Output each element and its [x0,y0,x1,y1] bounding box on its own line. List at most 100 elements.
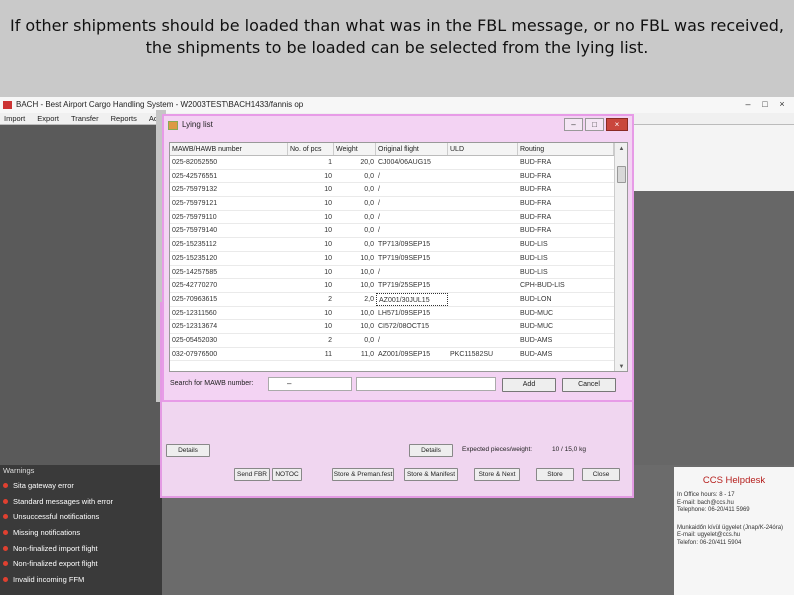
app-logo-icon [3,101,12,109]
table-cell: BUD-AMS [520,336,553,344]
cancel-button[interactable]: Cancel [562,378,616,392]
menu-transfer[interactable]: Transfer [71,113,99,124]
warning-item[interactable]: Invalid incoming FFM [3,572,159,588]
details-right-button[interactable]: Details [409,444,453,457]
mawb-search-input-2[interactable] [356,377,496,391]
grid-scrollbar[interactable]: ▲ ▼ [614,143,627,371]
table-cell: 025-42770270 [172,282,218,290]
table-cell: 025-14257585 [172,268,218,276]
warning-item[interactable]: Non-finalized export flight [3,556,159,572]
table-cell: 025-82052550 [172,159,218,166]
table-row[interactable]: 025-15235112 10 0,0 TP713/09SEP15 BUD-LIS [170,238,614,252]
menu-import[interactable]: Import [4,113,25,124]
table-cell: 10 [324,200,332,208]
table-row[interactable]: 025-12311560 10 10,0 LH571/09SEP15 BUD-MUC [170,307,614,321]
table-cell: BUD-FRA [520,159,552,166]
table-cell: 025-75979121 [172,200,218,208]
expected-label: Expected pieces/weight: [462,446,533,453]
column-header-mawb[interactable]: MAWB/HAWB number [170,143,288,155]
table-cell: / [378,186,380,194]
table-cell: 20,0 [360,159,374,166]
table-cell [448,211,518,224]
store-next-button[interactable]: Store & Next [474,468,520,481]
slide-caption: If other shipments should be loaded than… [0,0,794,97]
add-button[interactable]: Add [502,378,556,392]
table-row[interactable]: 025-05452030 2 0,0 / BUD-AMS [170,334,614,348]
grid-body: 025-82052550 1 20,0 CJ004/06AUG15 BUD-FRA 025… [170,156,614,371]
table-row[interactable]: 025-75979132 10 0,0 / BUD-FRA [170,183,614,198]
table-cell: / [378,172,380,180]
details-left-button[interactable]: Details [166,444,210,457]
table-cell: AZ001/30JUL15 [376,292,448,306]
dialog-title-bar: Lying list – □ × [164,116,632,136]
store-premanifest-button[interactable]: Store & Preman.fest [332,468,394,481]
column-header-routing[interactable]: Routing [518,143,614,155]
store-button[interactable]: Store [536,468,574,481]
table-cell: TP713/09SEP15 [378,241,431,249]
table-cell: TP719/25SEP15 [378,282,431,290]
close-button[interactable]: × [776,99,788,110]
minimize-button[interactable]: – [742,99,754,110]
expected-value: 10 / 15,0 kg [552,446,586,453]
notoc-button[interactable]: NOTOC [272,468,302,481]
maximize-button[interactable]: □ [759,99,771,110]
close-button[interactable]: × [606,118,628,131]
table-row[interactable]: 025-75979140 10 0,0 / BUD-FRA [170,224,614,239]
table-row[interactable]: 032-07976500 11 11,0 AZ001/09SEP15 PKC11582S… [170,348,614,362]
menu-export[interactable]: Export [37,113,59,124]
store-manifest-button[interactable]: Store & Manifest [404,468,458,481]
menu-reports[interactable]: Reports [111,113,137,124]
table-cell [448,334,518,347]
send-fbr-button[interactable]: Send FBR [234,468,270,481]
helpdesk-line: Munkaidőn kívül ügyelet (Jnap/K-24óra) [677,524,784,531]
warning-dot-icon [3,545,8,551]
warning-item[interactable]: Sita gateway error [3,478,159,494]
mawb-search-input[interactable]: – [268,377,352,391]
table-cell [448,224,518,237]
table-row[interactable]: 025-42770270 10 10,0 TP719/25SEP15 CPH-BUD-L… [170,279,614,293]
table-cell: BUD-LIS [520,254,548,262]
table-cell [448,252,518,265]
table-row[interactable]: 025-75979110 10 0,0 / BUD-FRA [170,211,614,225]
scroll-down-icon[interactable]: ▼ [615,361,627,371]
scroll-up-icon[interactable]: ▲ [615,143,627,155]
table-cell: 1 [328,159,332,166]
table-cell: 10 [324,213,332,221]
table-cell: / [378,336,380,344]
warning-dot-icon [3,514,8,520]
table-row[interactable]: 025-82052550 1 20,0 CJ004/06AUG15 BUD-FRA [170,156,614,170]
table-row[interactable]: 025-14257585 10 10,0 / BUD-LIS [170,266,614,280]
table-cell: 0,0 [364,241,374,249]
helpdesk-line: E-mail: bach@ccs.hu [677,499,734,506]
scroll-thumb[interactable] [617,166,626,183]
table-cell: PKC11582SU [450,350,494,358]
table-row[interactable]: 025-70963615 2 2,0 AZ001/30JUL15 BUD-LON [170,292,614,307]
table-row[interactable]: 025-12313674 10 10,0 CI572/08OCT15 BUD-MUC [170,320,614,334]
table-cell [448,197,518,210]
left-panel [0,125,162,465]
table-cell: AZ001/09SEP15 [378,350,431,358]
table-row[interactable]: 025-42576551 10 0,0 / BUD-FRA [170,170,614,184]
warning-item[interactable]: Missing notifications [3,525,159,541]
table-cell: 10,0 [360,323,374,331]
table-cell: 025-15235120 [172,254,218,262]
table-cell: 10 [324,241,332,249]
column-header-flight[interactable]: Original flight [376,143,448,155]
table-cell: 10 [324,186,332,194]
maximize-button[interactable]: □ [585,118,604,131]
warning-item[interactable]: Unsuccessful notifications [3,509,159,525]
column-header-uld[interactable]: ULD [448,143,518,155]
table-cell: 2,0 [364,295,374,303]
minimize-button[interactable]: – [564,118,583,131]
column-header-pieces[interactable]: No. of pcs [288,143,334,155]
table-row[interactable]: 025-75979121 10 0,0 / BUD-FRA [170,197,614,211]
warning-item[interactable]: Non-finalized import flight [3,540,159,556]
table-row[interactable]: 025-15235120 10 10,0 TP719/09SEP15 BUD-LIS [170,252,614,266]
table-cell: BUD-FRA [520,172,552,180]
close-button[interactable]: Close [582,468,620,481]
column-header-weight[interactable]: Weight [334,143,376,155]
warning-dot-icon [3,561,8,567]
table-cell: 0,0 [364,200,374,208]
warning-item[interactable]: Standard messages with error [3,494,159,510]
table-cell: 10 [324,309,332,317]
